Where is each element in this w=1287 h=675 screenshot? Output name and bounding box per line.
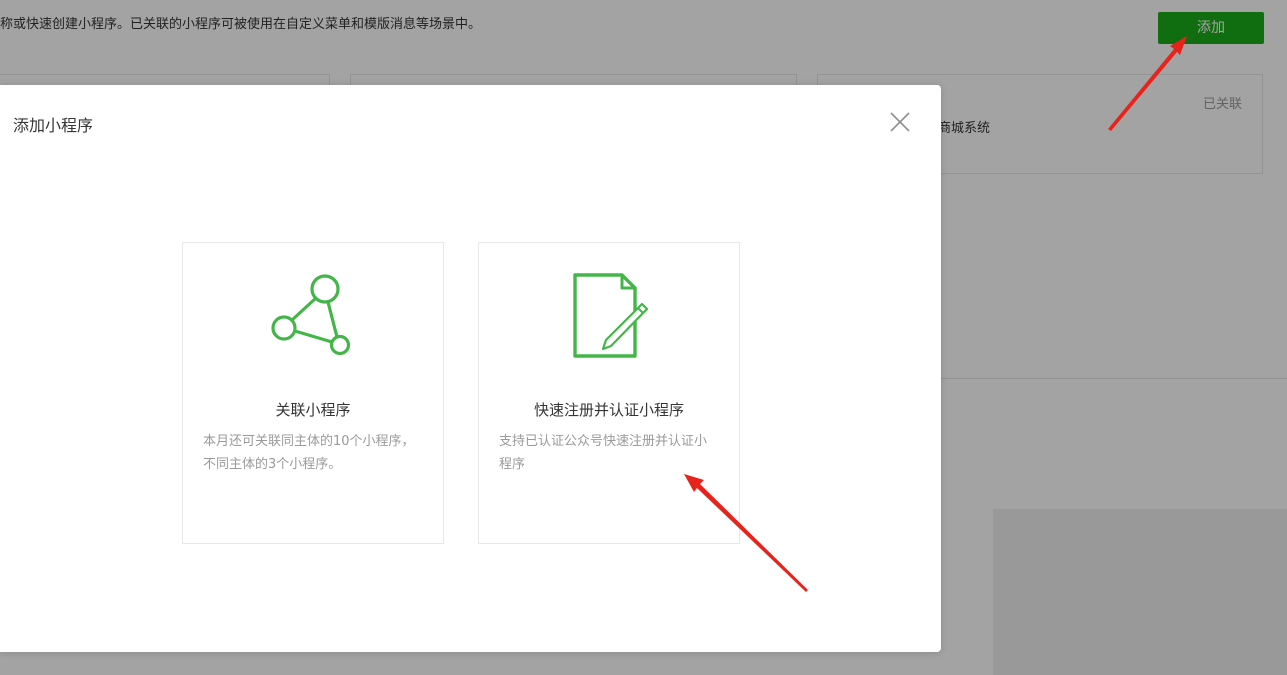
arrow-to-quick-register xyxy=(684,474,808,592)
annotation-arrows xyxy=(684,36,1187,592)
arrow-to-add-button xyxy=(1108,36,1187,131)
